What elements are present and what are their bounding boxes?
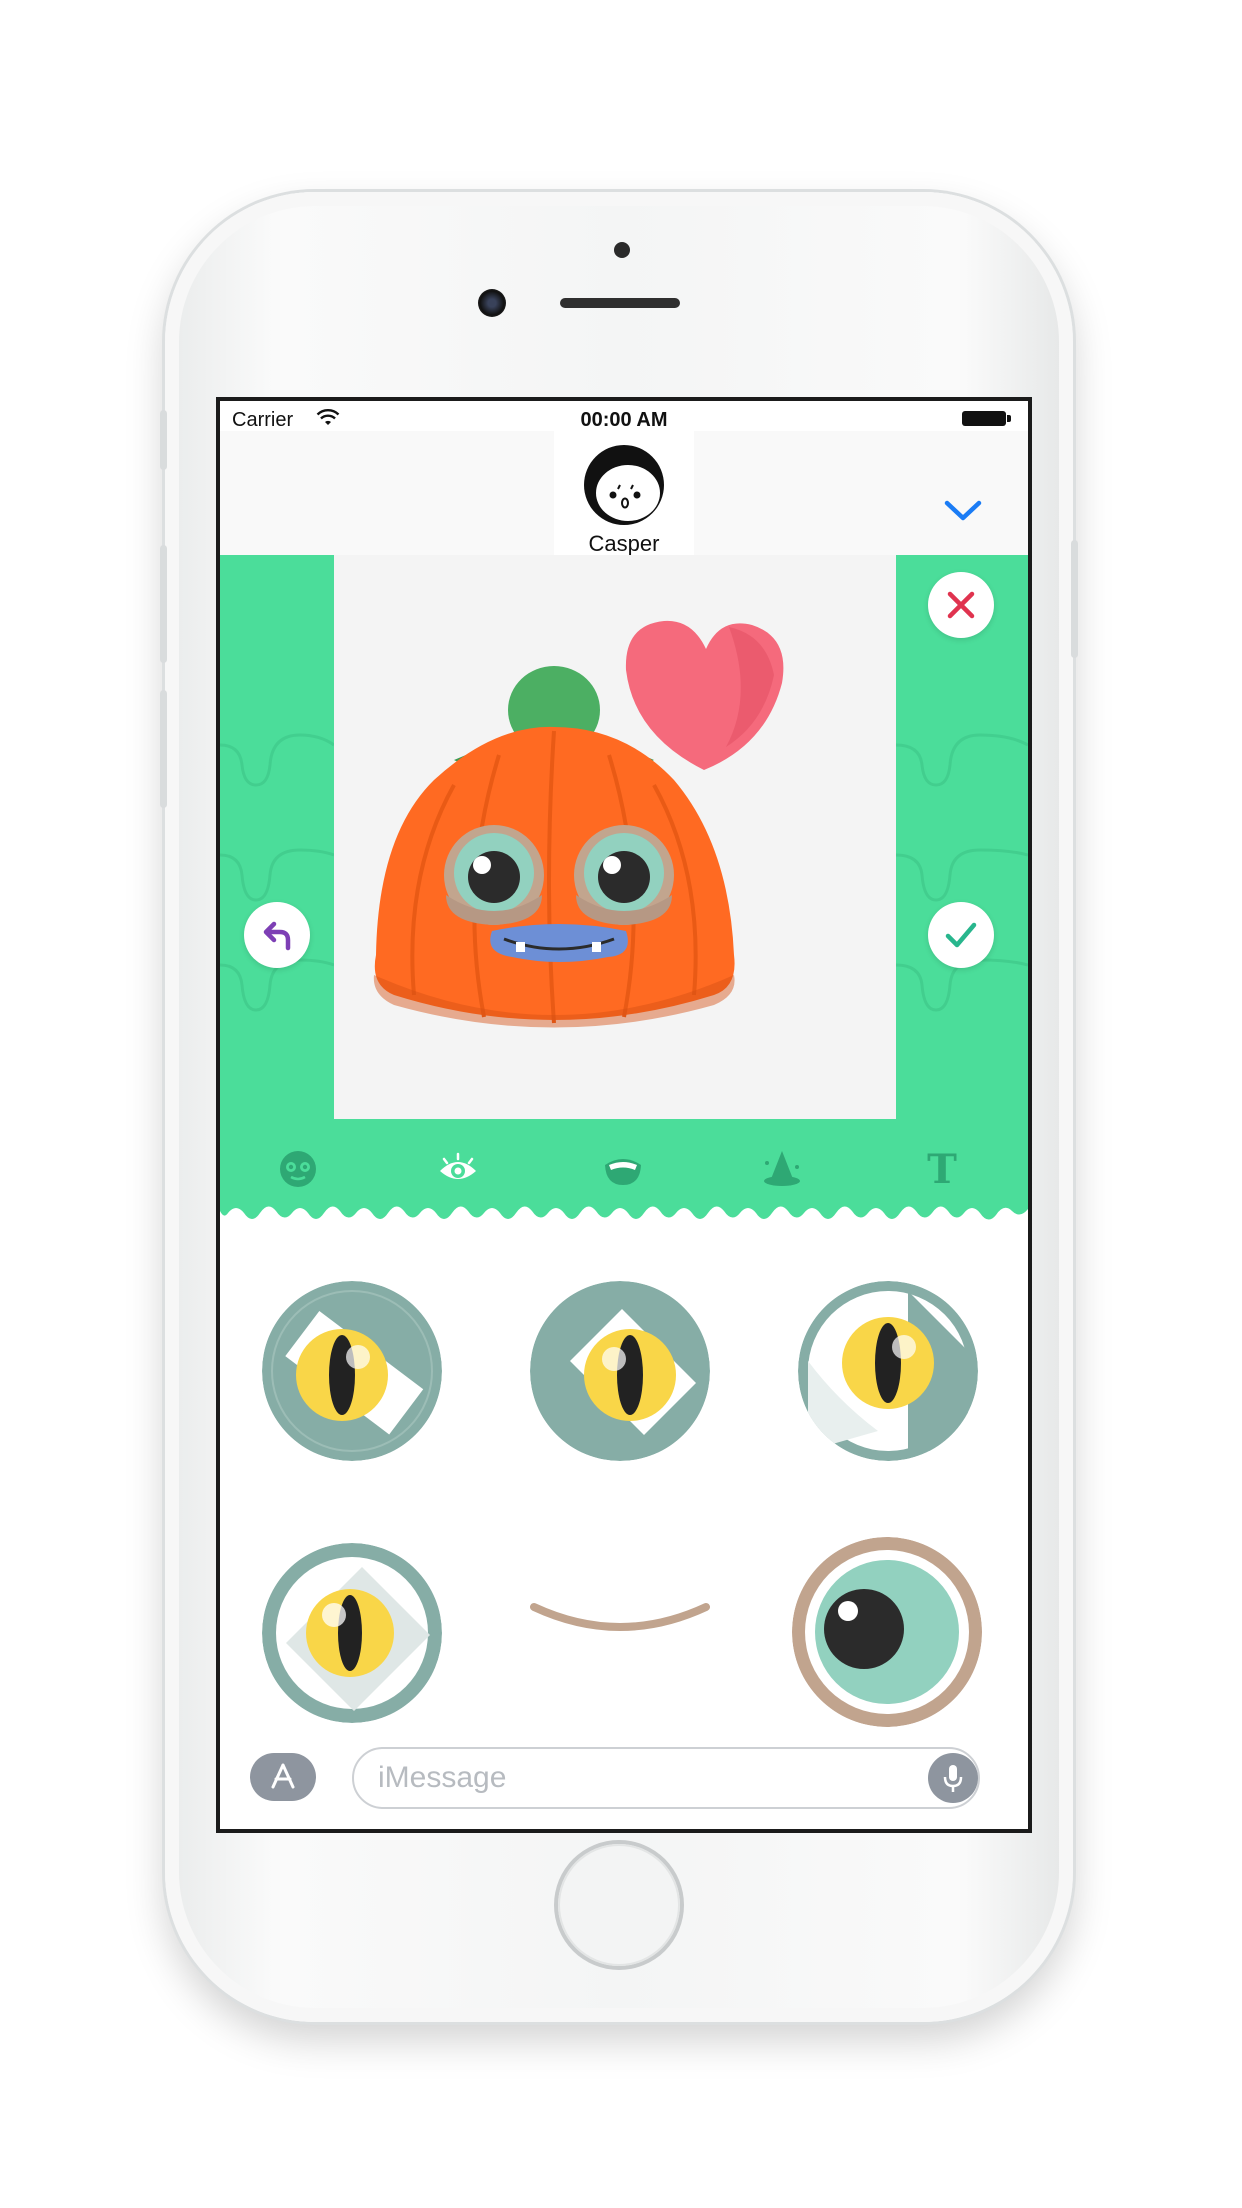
eye-option[interactable] bbox=[792, 1537, 982, 1727]
eye-option-closed[interactable] bbox=[530, 1589, 710, 1674]
eye-option[interactable] bbox=[530, 1281, 710, 1461]
phone-screen: Carrier 00:00 AM Casper T iMessage bbox=[216, 397, 1032, 1833]
eyes-tool-button[interactable] bbox=[428, 1139, 488, 1199]
pumpkin-sticker[interactable] bbox=[334, 555, 896, 1119]
undo-arrow-icon bbox=[263, 921, 291, 951]
front-camera bbox=[478, 289, 506, 317]
power-button bbox=[1071, 540, 1078, 658]
eye-option[interactable] bbox=[262, 1543, 442, 1723]
mouth-tool-button[interactable] bbox=[593, 1139, 653, 1199]
right-eye bbox=[574, 825, 674, 925]
mute-switch bbox=[160, 410, 167, 470]
battery-icon bbox=[962, 411, 1006, 426]
app-store-icon bbox=[271, 1763, 295, 1789]
collapse-chevron-icon[interactable] bbox=[944, 499, 982, 523]
battery-tip bbox=[1007, 415, 1011, 422]
eye-option[interactable] bbox=[262, 1281, 442, 1461]
eye-icon bbox=[440, 1152, 476, 1179]
text-icon: T bbox=[927, 1145, 957, 1193]
clock-time: 00:00 AM bbox=[580, 409, 668, 431]
volume-up-button bbox=[160, 545, 167, 663]
status-bar: Carrier 00:00 AM bbox=[220, 401, 1028, 431]
volume-down-button bbox=[160, 690, 167, 808]
earpiece-speaker bbox=[560, 298, 680, 308]
proximity-sensor bbox=[614, 242, 630, 258]
imessage-input[interactable]: iMessage bbox=[352, 1747, 980, 1809]
microphone-icon bbox=[943, 1765, 963, 1792]
home-button[interactable] bbox=[558, 1844, 680, 1966]
eye-options-grid bbox=[220, 1231, 1028, 1727]
close-icon bbox=[947, 591, 975, 619]
text-tool-button[interactable]: T bbox=[912, 1139, 972, 1199]
close-button[interactable] bbox=[928, 572, 994, 638]
undo-button[interactable] bbox=[244, 902, 310, 968]
hat-icon bbox=[764, 1151, 800, 1186]
hat-tool-button[interactable] bbox=[752, 1139, 812, 1199]
imessage-placeholder: iMessage bbox=[378, 1761, 507, 1794]
confirm-button[interactable] bbox=[928, 902, 994, 968]
app-store-button[interactable] bbox=[250, 1753, 316, 1801]
message-input-bar: iMessage bbox=[220, 1731, 1028, 1829]
contact-name: Casper bbox=[588, 531, 660, 556]
sticker-canvas[interactable] bbox=[334, 555, 896, 1119]
face-icon bbox=[280, 1151, 316, 1187]
microphone-button[interactable] bbox=[928, 1753, 978, 1803]
checkmark-icon bbox=[945, 922, 977, 948]
left-eye bbox=[444, 825, 544, 925]
conversation-header: Casper bbox=[220, 431, 1028, 556]
mouth-icon bbox=[605, 1159, 641, 1185]
eye-option[interactable] bbox=[798, 1281, 978, 1461]
contact-avatar[interactable] bbox=[582, 443, 666, 527]
face-tool-button[interactable] bbox=[268, 1139, 328, 1199]
